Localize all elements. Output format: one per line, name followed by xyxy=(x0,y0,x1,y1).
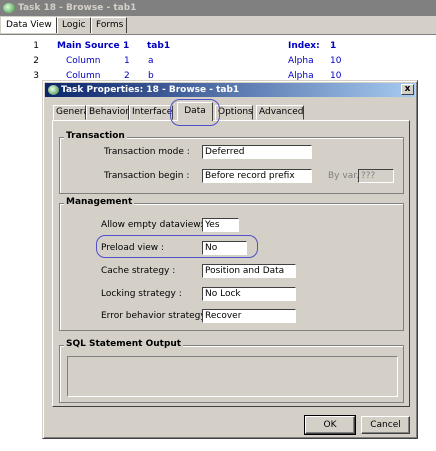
error-behavior-strategy-field[interactable]: Recover xyxy=(202,309,296,323)
sql-statement-output-box[interactable] xyxy=(67,356,398,397)
tab-behavior[interactable]: Behavior xyxy=(86,105,129,120)
tab-options[interactable]: Options xyxy=(215,105,253,120)
management-group-title: Management xyxy=(64,197,135,207)
tab-interface[interactable]: Interface xyxy=(129,105,173,120)
app-logo-icon xyxy=(48,85,59,95)
grid-cell[interactable]: Alpha xyxy=(288,56,314,66)
by-var-label: By var.: xyxy=(328,171,362,181)
cache-strategy-label: Cache strategy : xyxy=(101,266,176,276)
tab-general[interactable]: General xyxy=(53,105,91,120)
row-number: 2 xyxy=(33,56,39,66)
allow-empty-dataview-label: Allow empty dataview: xyxy=(101,220,204,230)
row-number: 3 xyxy=(33,71,39,81)
row-number: 1 xyxy=(33,41,39,51)
grid-cell[interactable]: 10 xyxy=(330,56,341,66)
grid-cell[interactable]: a xyxy=(148,56,154,66)
app-logo-icon xyxy=(3,3,15,13)
allow-empty-dataview-field[interactable]: Yes xyxy=(202,218,239,232)
close-button[interactable]: x xyxy=(401,84,414,95)
transaction-group-title: Transaction xyxy=(64,131,127,141)
grid-cell[interactable]: 1 xyxy=(124,56,130,66)
by-var-field[interactable]: ??? xyxy=(358,169,394,183)
locking-strategy-field[interactable]: No Lock xyxy=(202,287,296,301)
transaction-begin-label: Transaction begin : xyxy=(104,171,190,181)
tab-logic[interactable]: Logic xyxy=(57,17,91,33)
grid-cell[interactable]: 1 xyxy=(123,41,129,51)
cancel-button[interactable]: Cancel xyxy=(361,416,410,434)
tab-data-view[interactable]: Data View xyxy=(1,17,57,33)
tab-advanced[interactable]: Advanced xyxy=(256,105,304,120)
highlight-oval xyxy=(96,235,258,258)
error-behavior-strategy-label: Error behavior strategy : xyxy=(101,311,212,321)
highlight-oval xyxy=(170,99,220,126)
locking-strategy-label: Locking strategy : xyxy=(101,289,182,299)
dialog-titlebar[interactable]: Task Properties: 18 - Browse - tab1 xyxy=(45,83,415,97)
outer-window-title: Task 18 - Browse - tab1 xyxy=(18,3,137,13)
dialog-title: Task Properties: 18 - Browse - tab1 xyxy=(61,85,240,95)
outer-window-titlebar: Task 18 - Browse - tab1 xyxy=(0,0,436,16)
grid-cell[interactable]: 1 xyxy=(330,41,336,51)
sql-statement-output-title: SQL Statement Output xyxy=(64,339,184,349)
transaction-mode-field[interactable]: Deferred xyxy=(202,145,312,159)
transaction-begin-field[interactable]: Before record prefix xyxy=(202,169,312,183)
grid-cell[interactable]: Column xyxy=(66,56,100,66)
tab-forms[interactable]: Forms xyxy=(91,17,127,33)
cache-strategy-field[interactable]: Position and Data xyxy=(202,264,296,278)
grid-cell[interactable]: Main Source xyxy=(57,41,120,51)
grid-cell[interactable]: tab1 xyxy=(147,41,170,51)
transaction-mode-label: Transaction mode : xyxy=(104,147,190,157)
grid-cell[interactable]: Index: xyxy=(288,41,320,51)
ok-button[interactable]: OK xyxy=(304,415,356,435)
